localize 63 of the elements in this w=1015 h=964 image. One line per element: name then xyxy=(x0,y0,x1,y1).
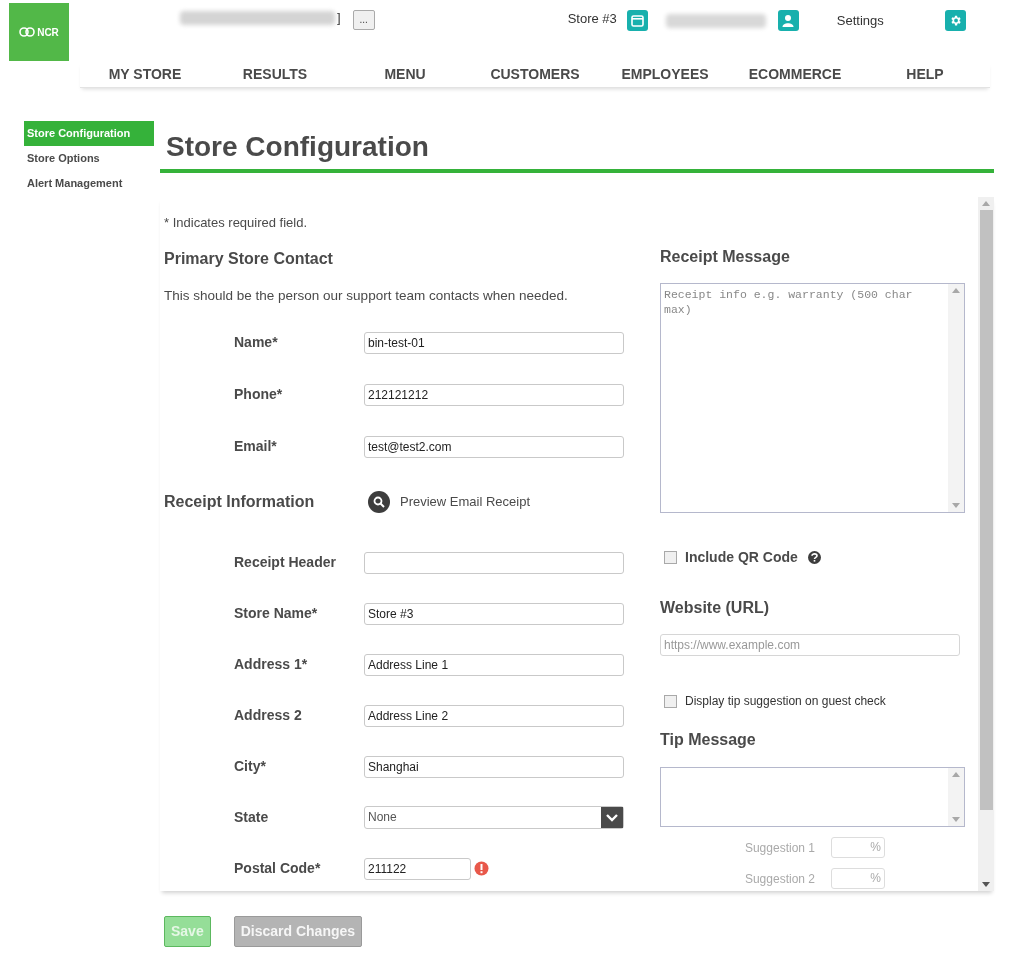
text-field[interactable]: Address Line 2 xyxy=(364,704,624,727)
store-icon[interactable] xyxy=(626,10,648,31)
checkbox[interactable] xyxy=(664,551,677,564)
more-button[interactable]: ... xyxy=(352,10,375,30)
text-field[interactable]: 211122 xyxy=(364,857,471,880)
checkbox-label: Display tip suggestion on guest check xyxy=(685,693,886,710)
field-label: City* xyxy=(233,757,267,777)
nav-item[interactable]: HELP xyxy=(860,64,990,85)
logo-rings-icon xyxy=(19,27,36,37)
section-description: This should be the person our support team contacts when needed. xyxy=(164,286,569,305)
text-field[interactable]: Store #3 xyxy=(364,602,624,625)
field-label: Phone* xyxy=(233,385,284,405)
field-label: Receipt Header xyxy=(233,553,337,573)
nav-item[interactable]: MENU xyxy=(340,64,470,85)
store-selector-bracket: ] xyxy=(337,9,341,28)
tip-message-textarea[interactable] xyxy=(660,767,965,827)
nav-item[interactable]: MY STORE xyxy=(80,64,210,85)
section-heading: Website (URL) xyxy=(660,598,771,618)
section-heading: Primary Store Contact xyxy=(164,248,334,269)
field-label: State xyxy=(233,808,270,828)
section-heading: Tip Message xyxy=(660,730,757,750)
scroll-up-icon[interactable] xyxy=(952,772,960,777)
scroll-up-icon[interactable] xyxy=(952,288,960,293)
scrollbar[interactable] xyxy=(978,197,994,891)
text-field[interactable]: bin-test-01 xyxy=(364,331,624,354)
sidebar-item[interactable]: Alert Management xyxy=(24,171,154,196)
scroll-down-icon[interactable] xyxy=(982,882,990,887)
suggestion-label: Suggestion 1 xyxy=(743,839,815,857)
field-label: Name* xyxy=(233,333,279,353)
nav-item[interactable]: EMPLOYEES xyxy=(600,64,730,85)
scroll-up-icon[interactable] xyxy=(982,201,990,206)
state-dropdown[interactable]: None xyxy=(364,806,624,830)
field-label: Address 2 xyxy=(233,706,303,726)
section-heading: Receipt Information xyxy=(164,491,316,512)
text-field[interactable]: Shanghai xyxy=(364,755,624,778)
receipt-message-textarea[interactable]: Receipt info e.g. warranty (500 char max) xyxy=(660,283,965,513)
text-field[interactable] xyxy=(364,551,624,574)
website-field[interactable]: https://www.example.com xyxy=(660,634,960,656)
store-label[interactable]: Store #3 xyxy=(567,9,617,29)
suggestion-label: Suggestion 2 xyxy=(743,870,815,888)
checkbox[interactable] xyxy=(664,694,677,708)
preview-email-receipt-link[interactable]: Preview Email Receipt xyxy=(400,492,531,512)
field-label: Store Name* xyxy=(233,604,319,624)
nav-item[interactable]: ECOMMERCE xyxy=(730,64,860,85)
text-field[interactable]: test@test2.com xyxy=(364,435,624,458)
chevron-down-icon xyxy=(601,807,623,829)
checkbox-label: Include QR Code xyxy=(685,548,798,567)
nav-item[interactable]: RESULTS xyxy=(210,64,340,85)
field-label: Email* xyxy=(233,437,278,457)
user-icon[interactable] xyxy=(777,10,799,31)
field-label: Address 1* xyxy=(233,655,309,675)
text-field[interactable]: 212121212 xyxy=(364,383,624,406)
section-heading: Receipt Message xyxy=(660,247,791,267)
search-icon[interactable] xyxy=(368,490,390,513)
settings-link[interactable]: Settings xyxy=(836,11,884,31)
settings-icon[interactable] xyxy=(944,10,966,31)
text-field[interactable]: Address Line 1 xyxy=(364,653,624,676)
page-title: Store Configuration xyxy=(166,130,430,164)
required-note: * Indicates required field. xyxy=(164,214,309,232)
nav-item[interactable]: CUSTOMERS xyxy=(470,64,600,85)
field-label: Postal Code* xyxy=(233,859,322,879)
sidebar-item[interactable]: Store Options xyxy=(24,146,154,171)
help-icon[interactable] xyxy=(807,551,821,564)
